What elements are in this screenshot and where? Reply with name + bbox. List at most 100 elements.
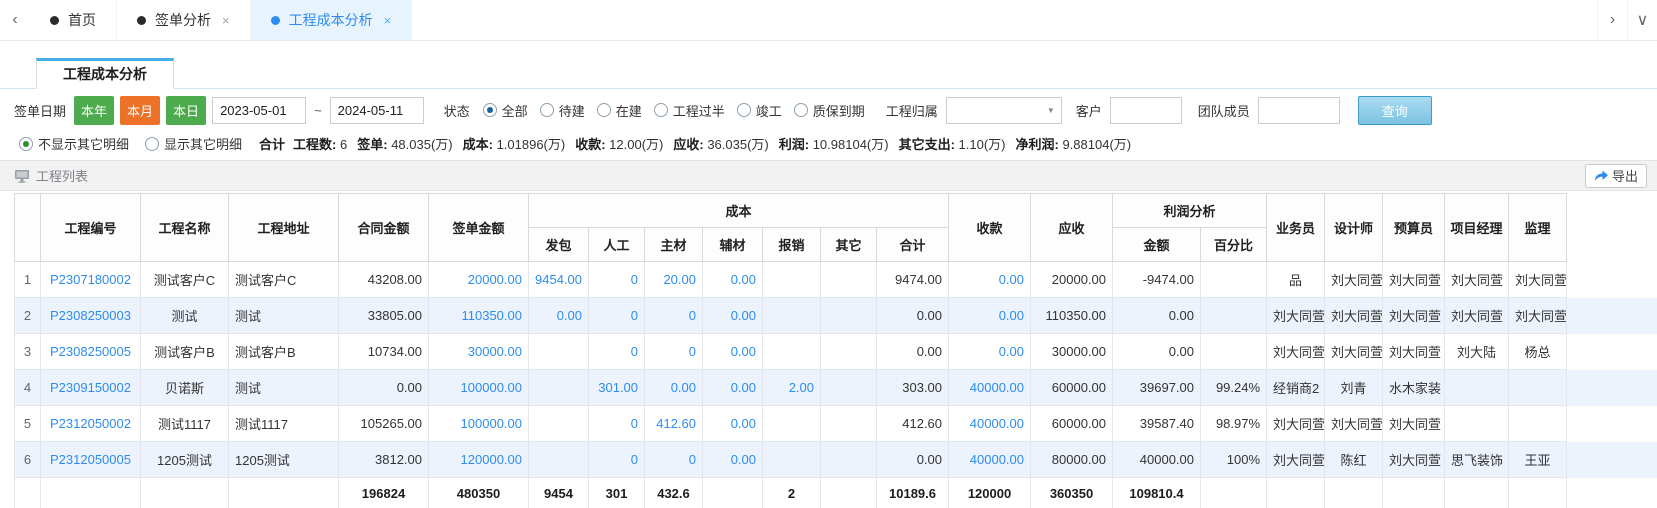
hide-other-detail-radio[interactable]: 不显示其它明细 (19, 134, 129, 153)
received[interactable]: 0.00 (949, 298, 1031, 334)
sign-amount[interactable]: 30000.00 (429, 334, 529, 370)
cost-aux-material[interactable]: 0.00 (703, 334, 763, 370)
monitor-icon (14, 169, 30, 183)
tabs-scroll-left-icon[interactable]: ‹ (0, 0, 30, 40)
cost-outsource[interactable]: 0.00 (529, 298, 589, 334)
cost-main-material[interactable]: 0.00 (645, 370, 703, 406)
project-belong-select[interactable]: ▼ (946, 97, 1062, 124)
col-cost-main-material[interactable]: 主材 (645, 228, 703, 262)
today-button[interactable]: 本日 (166, 96, 206, 125)
col-cost-other[interactable]: 其它 (821, 228, 877, 262)
col-supervisor[interactable]: 监理 (1509, 194, 1567, 262)
team-member-input[interactable] (1258, 97, 1340, 124)
cost-aux-material[interactable]: 0.00 (703, 298, 763, 334)
this-year-button[interactable]: 本年 (74, 96, 114, 125)
cost-main-material[interactable]: 20.00 (645, 262, 703, 298)
sign-amount[interactable]: 120000.00 (429, 442, 529, 478)
tab-sign-analysis[interactable]: 签单分析 × (117, 0, 251, 40)
col-salesman[interactable]: 业务员 (1267, 194, 1325, 262)
status-radio-2[interactable]: 在建 (597, 101, 642, 120)
tab-home[interactable]: 首页 (30, 0, 117, 40)
cost-aux-material[interactable]: 0.00 (703, 262, 763, 298)
project-code[interactable]: P2309150002 (41, 370, 141, 406)
col-designer[interactable]: 设计师 (1325, 194, 1383, 262)
cost-labor[interactable]: 0 (589, 406, 645, 442)
received[interactable]: 0.00 (949, 262, 1031, 298)
col-cost-total[interactable]: 合计 (877, 228, 949, 262)
cost-aux-material[interactable]: 0.00 (703, 442, 763, 478)
col-cost-outsource[interactable]: 发包 (529, 228, 589, 262)
date-from-input[interactable] (212, 97, 306, 124)
col-project-manager[interactable]: 项目经理 (1445, 194, 1509, 262)
cost-labor[interactable]: 0 (589, 298, 645, 334)
col-received[interactable]: 收款 (949, 194, 1031, 262)
status-radio-5[interactable]: 质保到期 (794, 101, 865, 120)
col-cost-reimburse[interactable]: 报销 (763, 228, 821, 262)
sign-date-label: 签单日期 (14, 101, 66, 120)
tabs-scroll-right-icon[interactable]: › (1597, 0, 1627, 40)
this-month-button[interactable]: 本月 (120, 96, 160, 125)
col-sign-amount[interactable]: 签单金额 (429, 194, 529, 262)
cost-outsource[interactable]: 9454.00 (529, 262, 589, 298)
received[interactable]: 40000.00 (949, 370, 1031, 406)
col-project-code[interactable]: 工程编号 (41, 194, 141, 262)
tab-close-icon[interactable]: × (384, 13, 392, 28)
search-button[interactable]: 查询 (1358, 96, 1432, 125)
cost-main-material[interactable]: 412.60 (645, 406, 703, 442)
export-button[interactable]: 导出 (1585, 164, 1647, 188)
row-index: 3 (15, 334, 41, 370)
col-cost-labor[interactable]: 人工 (589, 228, 645, 262)
col-project-name[interactable]: 工程名称 (141, 194, 229, 262)
col-contract-amount[interactable]: 合同金额 (339, 194, 429, 262)
radio-label: 显示其它明细 (164, 134, 242, 153)
cost-aux-material[interactable]: 0.00 (703, 370, 763, 406)
cost-main-material[interactable]: 0 (645, 442, 703, 478)
tab-project-cost-analysis-page[interactable]: 工程成本分析 (36, 58, 174, 89)
received[interactable]: 40000.00 (949, 406, 1031, 442)
designer (1325, 478, 1383, 508)
received[interactable]: 0.00 (949, 334, 1031, 370)
tab-label: 工程成本分析 (289, 10, 373, 30)
project-code[interactable]: P2312050002 (41, 406, 141, 442)
estimator: 刘大同萱 (1383, 262, 1445, 298)
status-radio-0[interactable]: 全部 (483, 101, 528, 120)
project-code[interactable]: P2308250005 (41, 334, 141, 370)
cost-main-material[interactable]: 0 (645, 298, 703, 334)
date-to-input[interactable] (330, 97, 424, 124)
cost-labor[interactable]: 0 (589, 262, 645, 298)
sign-amount[interactable]: 100000.00 (429, 406, 529, 442)
filler-cell (1567, 442, 1657, 478)
cost-labor[interactable]: 0 (589, 334, 645, 370)
tab-close-icon[interactable]: × (222, 13, 230, 28)
col-profit-amount[interactable]: 金额 (1113, 228, 1201, 262)
project-code[interactable]: P2312050005 (41, 442, 141, 478)
sign-amount[interactable]: 20000.00 (429, 262, 529, 298)
radio-icon (737, 103, 751, 117)
tabs-dropdown-icon[interactable]: ∨ (1627, 0, 1657, 40)
sign-amount[interactable]: 100000.00 (429, 370, 529, 406)
customer-label: 客户 (1076, 101, 1102, 120)
status-radio-3[interactable]: 工程过半 (654, 101, 725, 120)
col-estimator[interactable]: 预算员 (1383, 194, 1445, 262)
customer-input[interactable] (1110, 97, 1182, 124)
sign-amount[interactable]: 110350.00 (429, 298, 529, 334)
col-profit-percent[interactable]: 百分比 (1201, 228, 1267, 262)
cost-labor[interactable]: 0 (589, 442, 645, 478)
cost-labor[interactable]: 301.00 (589, 370, 645, 406)
project-code[interactable]: P2308250003 (41, 298, 141, 334)
col-project-address[interactable]: 工程地址 (229, 194, 339, 262)
export-label: 导出 (1612, 166, 1638, 185)
received[interactable]: 40000.00 (949, 442, 1031, 478)
list-title: 工程列表 (36, 166, 88, 185)
tab-project-cost-analysis[interactable]: 工程成本分析 × (251, 0, 413, 40)
col-cost-aux-material[interactable]: 辅材 (703, 228, 763, 262)
project-code[interactable]: P2307180002 (41, 262, 141, 298)
cost-aux-material[interactable]: 0.00 (703, 406, 763, 442)
status-radio-1[interactable]: 待建 (540, 101, 585, 120)
cost-reimburse[interactable]: 2.00 (763, 370, 821, 406)
cost-main-material[interactable]: 0 (645, 334, 703, 370)
status-radio-4[interactable]: 竣工 (737, 101, 782, 120)
cost-main-material: 432.6 (645, 478, 703, 508)
col-receivable[interactable]: 应收 (1031, 194, 1113, 262)
show-other-detail-radio[interactable]: 显示其它明细 (145, 134, 242, 153)
